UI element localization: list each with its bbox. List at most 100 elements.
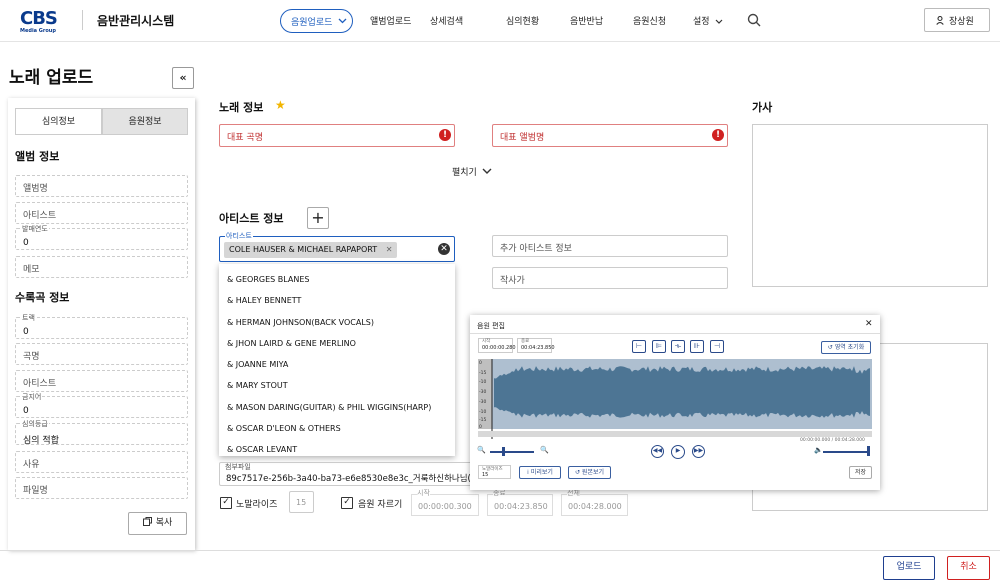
rewind-icon[interactable]: ◀◀: [651, 445, 664, 458]
zoom-in-icon[interactable]: 🔍: [540, 446, 549, 454]
volume-slider[interactable]: [823, 451, 870, 453]
timeline-readout: 00:00:00.000 / 00:04:28.000: [800, 438, 865, 443]
list-item[interactable]: & HERMAN JOHNSON(BACK VOCALS): [227, 318, 374, 327]
list-item[interactable]: & OSCAR D'LEON & OTHERS: [227, 424, 341, 433]
artist-field-label: 아티스트: [225, 231, 253, 241]
goto-start-icon[interactable]: ⊢: [632, 340, 646, 353]
align-left-icon[interactable]: ⊫: [652, 340, 666, 353]
trim-total-input[interactable]: 전체 00:04:28.000: [561, 488, 628, 516]
lyricist-input[interactable]: 작사가: [492, 267, 728, 289]
chip-close-icon[interactable]: ✕: [386, 245, 393, 254]
trim-checkbox[interactable]: ✓: [341, 497, 353, 509]
fit-region-icon[interactable]: ⟛: [671, 340, 685, 353]
user-button[interactable]: 장상원: [924, 8, 990, 32]
artist-section-title: 아티스트 정보: [219, 212, 284, 225]
nav-upload-album[interactable]: 앨범업로드: [370, 14, 411, 27]
artist-autocomplete[interactable]: 아티스트 COLE HAUSER & MICHAEL RAPAPORT ✕ ✕: [219, 231, 455, 262]
reset-icon: ↺: [827, 344, 833, 351]
copy-button[interactable]: 복사: [128, 512, 187, 535]
zoom-slider-handle[interactable]: [502, 447, 505, 456]
nav-upload-song[interactable]: 음원업로드: [280, 9, 353, 33]
tab-audio-info[interactable]: 음원정보: [102, 108, 188, 135]
search-icon[interactable]: [747, 13, 761, 27]
add-artist-button[interactable]: +: [307, 207, 329, 229]
cancel-button[interactable]: 취소: [947, 556, 990, 580]
ban-word-value: 0: [23, 406, 29, 416]
album-artist-input[interactable]: 아티스트: [15, 202, 188, 224]
normalize-value-input[interactable]: 15: [289, 491, 314, 513]
track-label: 트랙: [21, 313, 36, 323]
nav-request[interactable]: 음원신청: [633, 14, 666, 27]
track-input[interactable]: 트랙 0: [15, 313, 188, 339]
play-icon[interactable]: ▶: [671, 445, 685, 459]
rep-title-input[interactable]: 대표 곡명 !: [219, 124, 455, 147]
review-grade-label: 심의등급: [21, 419, 49, 429]
collapse-panel-button[interactable]: «: [172, 67, 194, 89]
fast-forward-icon[interactable]: ▶▶: [692, 445, 705, 458]
trim-end-input[interactable]: 종료 00:04:23.850: [487, 488, 553, 516]
reset-region-button[interactable]: ↺ 영역 초기화: [821, 341, 871, 354]
nav-return[interactable]: 음반반납: [570, 14, 603, 27]
modal-normalize-label: 노말라이즈: [482, 467, 503, 472]
expand-label: 펼치기: [452, 168, 477, 178]
cbs-logo[interactable]: CBS: [20, 8, 58, 29]
modal-start-field[interactable]: 시작 00:00:00.280: [478, 338, 516, 353]
close-icon[interactable]: ✕: [865, 319, 873, 329]
song-name-input[interactable]: 곡명: [15, 343, 188, 365]
volume-slider-handle[interactable]: [867, 446, 870, 456]
release-year-input[interactable]: 발매연도 0: [15, 224, 188, 250]
rep-album-input[interactable]: 대표 앨범명 !: [492, 124, 728, 147]
review-grade-select[interactable]: 심의등급 심의 적합: [15, 419, 188, 446]
align-right-icon[interactable]: ⊪: [690, 340, 704, 353]
attachment-field[interactable]: 첨부파일 89c7517e-256b-3a40-ba73-e6e8530e8e3…: [219, 462, 473, 486]
waveform[interactable]: 0 -15 -10 -30 -30 -10 -15 0: [478, 359, 872, 439]
lyrics-textarea[interactable]: [752, 124, 988, 287]
modal-save-button[interactable]: 저장: [849, 466, 872, 479]
track-artist-input[interactable]: 아티스트: [15, 370, 188, 392]
attachment-value: 89c7517e-256b-3a40-ba73-e6e8530e8e3c_거룩하…: [226, 474, 473, 484]
audio-edit-modal: 음원 편집 ✕ 시작 00:00:00.280 종료 00:04:23.850 …: [470, 315, 880, 490]
modal-normalize-field[interactable]: 노말라이즈 15: [478, 465, 511, 479]
volume-icon[interactable]: 🔈: [814, 446, 823, 454]
page-title: 노래 업로드: [9, 68, 94, 88]
list-item[interactable]: & OSCAR LEVANT: [227, 445, 297, 454]
waveform-timeline[interactable]: [478, 431, 872, 437]
reason-input[interactable]: 사유: [15, 451, 188, 473]
list-item[interactable]: & JHON LAIRD & GENE MERLINO: [227, 339, 356, 348]
goto-end-icon[interactable]: ⊣: [710, 340, 724, 353]
list-item[interactable]: & MARY STOUT: [227, 381, 288, 390]
preview-button[interactable]: ⁞ 미리보기: [519, 466, 561, 479]
zoom-slider[interactable]: [490, 451, 534, 453]
nav-review-status[interactable]: 심의현황: [506, 14, 539, 27]
tab-review-info[interactable]: 심의정보: [15, 108, 102, 135]
y-tick: -10: [479, 379, 486, 385]
filename-input[interactable]: 파일명: [15, 477, 188, 499]
nav-settings[interactable]: 설정: [693, 14, 723, 27]
ban-word-input[interactable]: 금지어 0: [15, 392, 188, 418]
list-item[interactable]: & JOANNE MIYA: [227, 360, 288, 369]
zoom-out-icon[interactable]: 🔍: [477, 446, 486, 454]
plus-icon: +: [311, 208, 325, 227]
user-name: 장상원: [949, 17, 974, 27]
modal-end-value: 00:04:23.850: [521, 345, 555, 351]
trim-start-input[interactable]: 시작 00:00:00.300: [411, 488, 479, 516]
list-item[interactable]: & HALEY BENNETT: [227, 296, 301, 305]
normalize-checkbox[interactable]: ✓: [220, 497, 232, 509]
star-icon[interactable]: ★: [275, 98, 286, 112]
expand-toggle[interactable]: 펼치기: [452, 165, 492, 178]
modal-end-field[interactable]: 종료 00:04:23.850: [517, 338, 555, 353]
memo-input[interactable]: 메모: [15, 256, 188, 278]
trim-label: 음원 자르기: [358, 500, 403, 510]
original-button[interactable]: ↺ 원본보기: [568, 466, 611, 479]
extra-artist-input[interactable]: 추가 아티스트 정보: [492, 235, 728, 257]
waveform-signal: [494, 366, 870, 418]
album-name-input[interactable]: 앨범명: [15, 175, 188, 197]
track-section-title: 수록곡 정보: [15, 291, 70, 304]
list-item[interactable]: & GEORGES BLANES: [227, 275, 309, 284]
y-tick: -15: [479, 417, 486, 423]
artist-chip[interactable]: COLE HAUSER & MICHAEL RAPAPORT ✕: [224, 242, 398, 258]
nav-detail-search[interactable]: 상세검색: [430, 14, 463, 27]
upload-button[interactable]: 업로드: [883, 556, 935, 580]
clear-icon[interactable]: ✕: [438, 243, 450, 255]
list-item[interactable]: & MASON DARING(GUITAR) & PHIL WIGGINS(HA…: [227, 403, 431, 412]
